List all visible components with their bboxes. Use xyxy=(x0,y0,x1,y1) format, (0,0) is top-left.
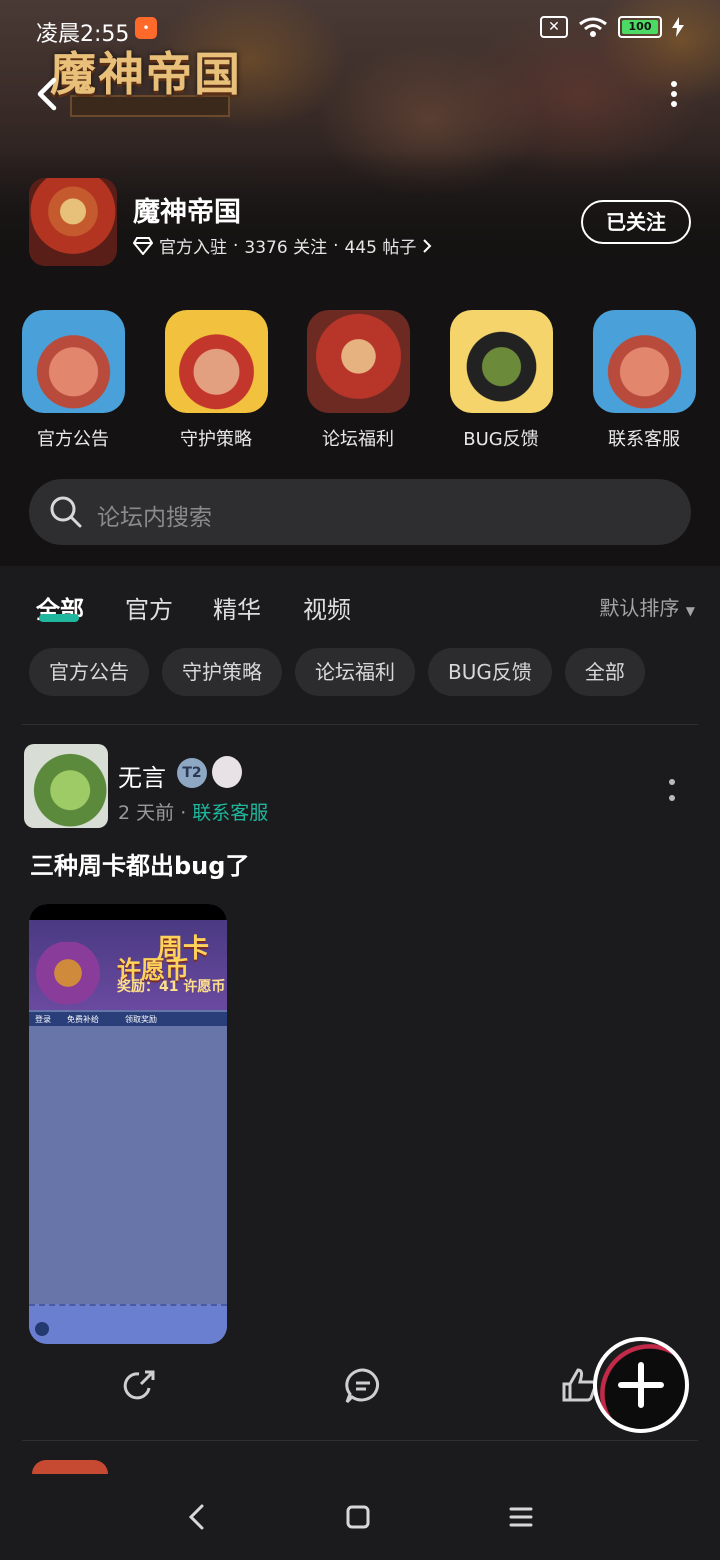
image-top-bar xyxy=(29,904,227,920)
more-vertical-icon[interactable] xyxy=(668,778,676,802)
back-arrow-icon[interactable] xyxy=(30,72,66,116)
image-back-icon xyxy=(35,1322,49,1336)
shortcut-label: BUG反馈 xyxy=(463,429,539,450)
comment-icon[interactable] xyxy=(343,1366,383,1406)
status-bar: 凌晨2:55 • ✕ 100 xyxy=(0,0,720,60)
category-chips: 官方公告 守护策略 论坛福利 BUG反馈 全部 xyxy=(29,648,645,696)
nav-menu-icon[interactable] xyxy=(504,1500,538,1534)
meta-dot: · xyxy=(333,235,339,256)
status-time: 凌晨2:55 xyxy=(36,22,130,47)
medal-badge-icon xyxy=(212,756,242,788)
share-icon[interactable] xyxy=(119,1366,159,1406)
tab-official[interactable]: 官方 xyxy=(125,590,173,625)
posts-count: 445 帖子 xyxy=(344,238,417,258)
sun-hero-icon xyxy=(164,310,268,413)
tab-video[interactable]: 视频 xyxy=(303,590,351,625)
post-image[interactable]: 周卡 许愿币 奖励：41 许愿币 登录 免费补给 领取奖励 xyxy=(29,904,227,1344)
level-badge: T2 xyxy=(177,758,207,788)
author-avatar[interactable] xyxy=(24,744,108,828)
active-tab-indicator xyxy=(39,614,79,622)
shortcut-label: 联系客服 xyxy=(608,429,680,450)
tab-featured[interactable]: 精华 xyxy=(213,590,261,625)
official-label: 官方入驻 xyxy=(159,238,227,258)
battery-icon: 100 xyxy=(618,16,662,38)
king-avatar-icon xyxy=(21,310,125,413)
post-filter-area: 全部 官方 精华 视频 默认排序 ▼ 官方公告 守护策略 论坛福利 BUG反馈 … xyxy=(0,566,720,726)
charging-icon xyxy=(672,17,684,37)
chip-official-notice[interactable]: 官方公告 xyxy=(29,648,149,696)
next-post-avatar xyxy=(32,1460,108,1474)
diamond-icon xyxy=(133,236,153,255)
shortcut-label: 守护策略 xyxy=(180,429,252,450)
system-nav-bar xyxy=(0,1474,720,1560)
shortcut-label: 官方公告 xyxy=(37,429,109,450)
divider xyxy=(22,724,698,725)
more-vertical-icon[interactable] xyxy=(664,78,684,110)
image-tab: 登录 xyxy=(35,1015,51,1024)
chip-bug-report[interactable]: BUG反馈 xyxy=(428,648,552,696)
sort-label: 默认排序 xyxy=(599,596,680,620)
plus-icon xyxy=(618,1362,664,1408)
follow-button[interactable]: 已关注 xyxy=(581,200,691,244)
warrior-hero-icon xyxy=(449,310,553,413)
image-tab: 领取奖励 xyxy=(125,1015,157,1024)
divider xyxy=(22,1440,698,1441)
meta-dot: · xyxy=(180,802,193,824)
forum-search-input[interactable]: 论坛内搜索 xyxy=(29,479,691,545)
author-name[interactable]: 无言 xyxy=(118,758,166,793)
forum-meta[interactable]: 官方入驻 · 3376 关注 · 445 帖子 xyxy=(133,233,432,258)
shortcut-label: 论坛福利 xyxy=(322,429,394,450)
status-icons: ✕ 100 xyxy=(540,16,684,38)
image-tab-bar: 登录 免费补给 领取奖励 xyxy=(29,1012,227,1026)
battery-level: 100 xyxy=(622,20,658,34)
shortcut-section: 官方公告 守护策略 论坛福利 BUG反馈 联系客服 论坛内搜索 xyxy=(0,290,720,566)
red-hero-icon xyxy=(306,310,410,413)
image-footer xyxy=(29,1304,227,1344)
search-placeholder: 论坛内搜索 xyxy=(97,505,212,531)
chip-all[interactable]: 全部 xyxy=(564,648,645,696)
image-reward-text: 奖励：41 许愿币 xyxy=(117,979,226,995)
king-avatar-icon xyxy=(592,310,696,413)
post-title[interactable]: 三种周卡都出bug了 xyxy=(30,846,249,881)
followers-count: 3376 关注 xyxy=(244,238,328,258)
no-sim-icon: ✕ xyxy=(540,16,568,38)
chip-forum-welfare[interactable]: 论坛福利 xyxy=(295,648,415,696)
nav-back-icon[interactable] xyxy=(180,1500,214,1534)
meta-dot: · xyxy=(233,235,239,256)
shortcut-guard-strategy[interactable]: 守护策略 xyxy=(161,310,271,451)
create-post-button[interactable] xyxy=(593,1337,689,1433)
shortcut-bug-report[interactable]: BUG反馈 xyxy=(446,310,556,451)
chip-guard-strategy[interactable]: 守护策略 xyxy=(162,648,282,696)
post-category[interactable]: 联系客服 xyxy=(192,802,268,824)
forum-header: 魔神帝国 凌晨2:55 • ✕ 100 魔神帝国 官方入驻 · 3376 关注 … xyxy=(0,0,720,290)
chevron-right-icon xyxy=(423,238,432,253)
sort-dropdown[interactable]: 默认排序 ▼ xyxy=(599,592,695,621)
nav-home-icon[interactable] xyxy=(341,1500,375,1534)
post-meta: 2 天前 · 联系客服 xyxy=(118,798,268,825)
shortcut-forum-welfare[interactable]: 论坛福利 xyxy=(303,310,413,451)
search-icon xyxy=(50,496,82,528)
shortcut-contact-support[interactable]: 联系客服 xyxy=(589,310,699,451)
caret-down-icon: ▼ xyxy=(685,604,695,618)
post-time: 2 天前 xyxy=(118,802,175,824)
forum-name: 魔神帝国 xyxy=(133,197,241,228)
notification-app-icon: • xyxy=(135,17,157,39)
treasure-chest-icon xyxy=(35,942,101,1004)
forum-avatar xyxy=(29,178,117,266)
shortcut-official-notice[interactable]: 官方公告 xyxy=(18,310,128,451)
post-card[interactable]: 无言 T2 2 天前 · 联系客服 三种周卡都出bug了 周卡 许愿币 奖励：4… xyxy=(0,726,720,1440)
image-tab: 免费补给 xyxy=(67,1015,99,1024)
wifi-icon xyxy=(579,17,607,37)
